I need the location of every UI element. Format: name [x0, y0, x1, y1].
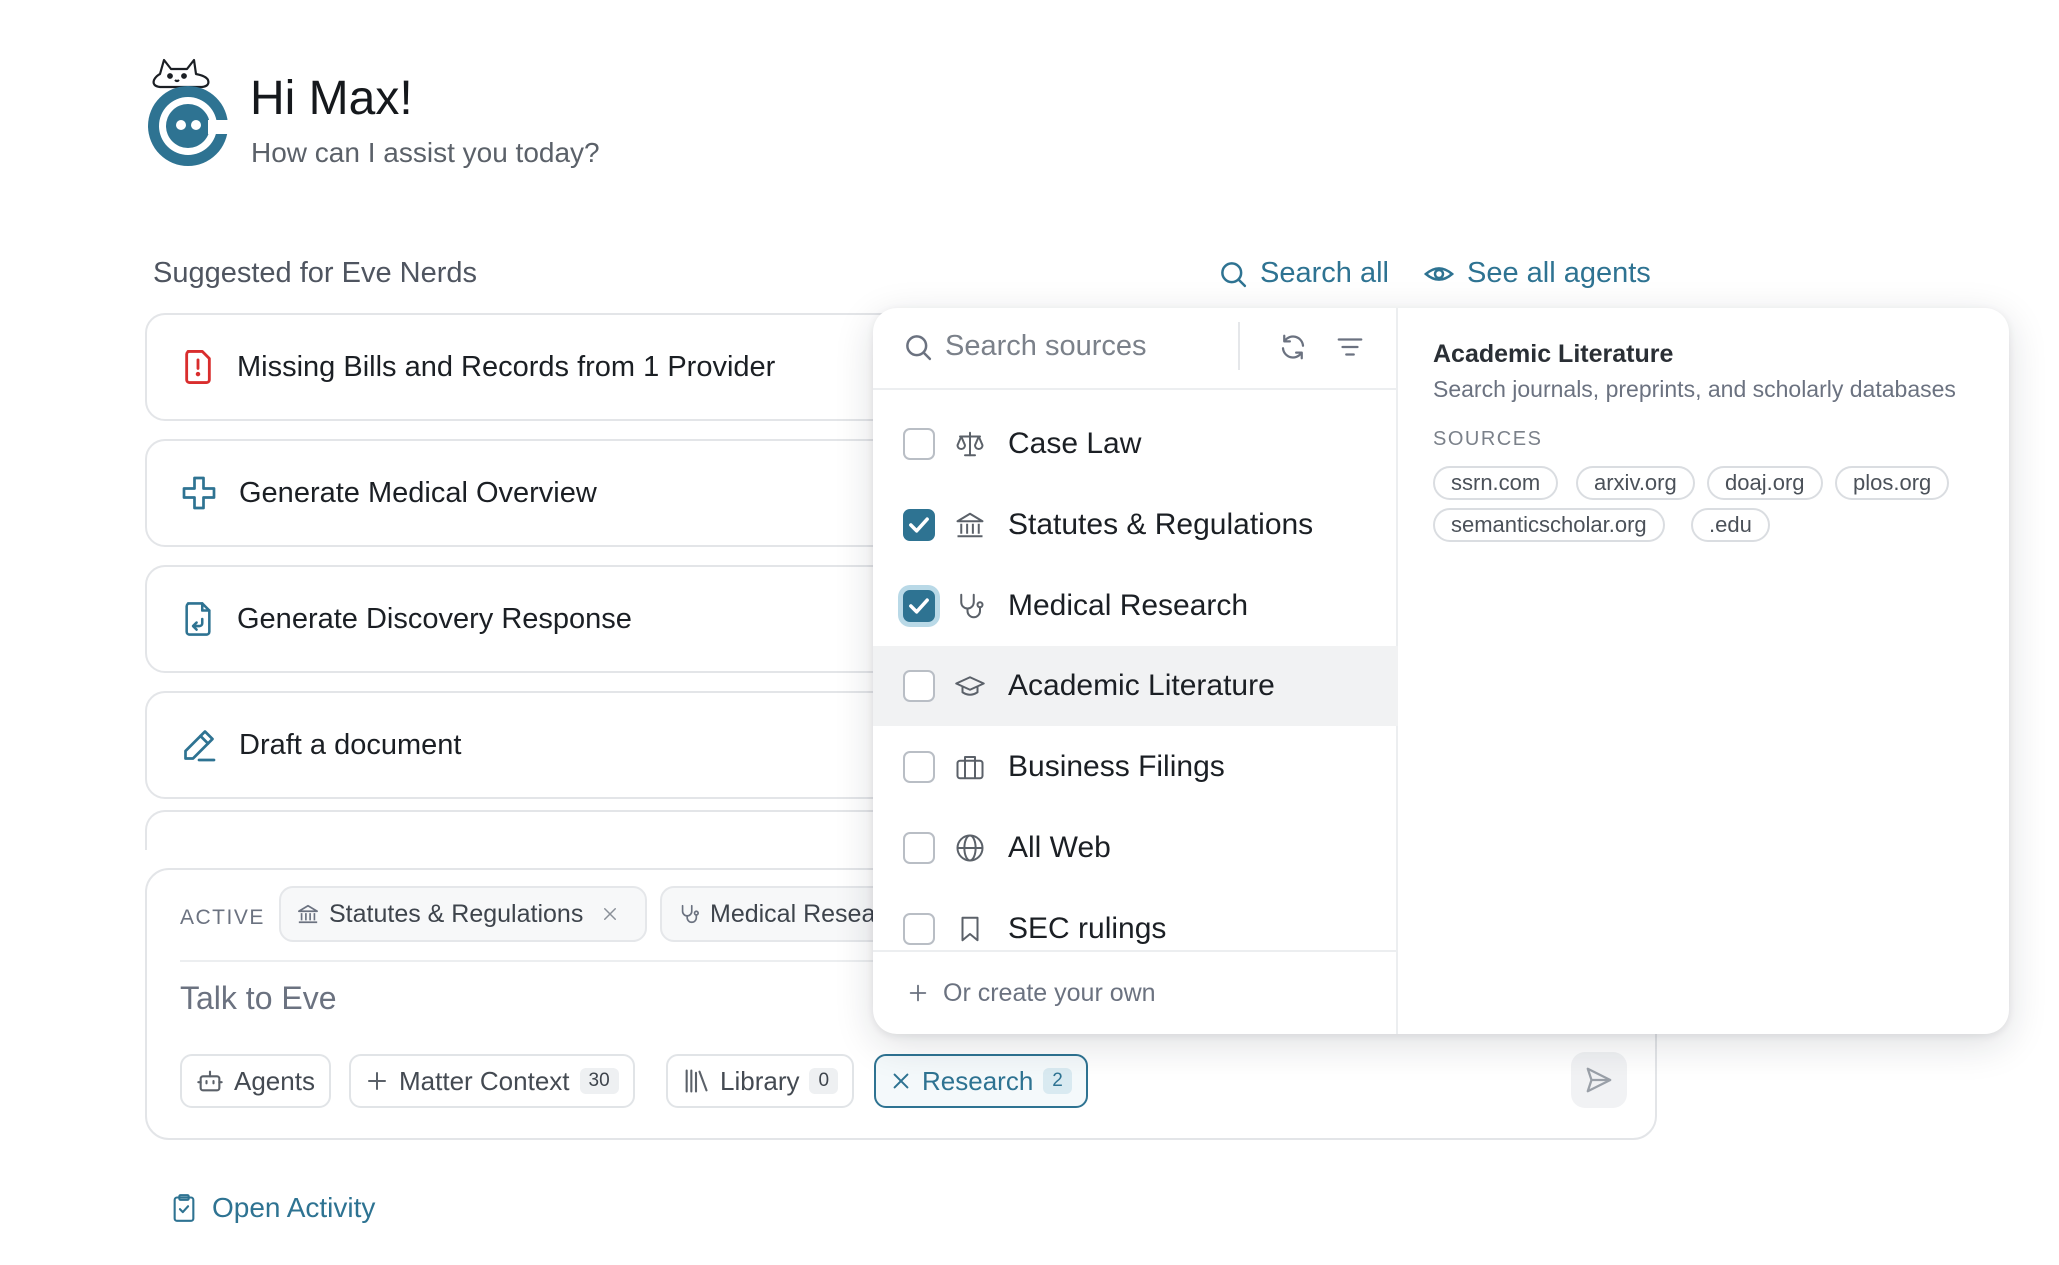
- suggestion-card-label: Draft a document: [239, 728, 462, 761]
- matter-context-count: 30: [579, 1068, 619, 1094]
- graduation-cap-icon: [955, 676, 985, 696]
- source-checkbox[interactable]: [903, 590, 935, 622]
- detail-description: Search journals, preprints, and scholarl…: [1433, 376, 1956, 402]
- suggested-label: Suggested for Eve Nerds: [153, 257, 478, 289]
- library-icon: [685, 1069, 708, 1093]
- see-all-agents-link[interactable]: See all agents: [1423, 255, 1651, 293]
- library-button[interactable]: Library 0: [666, 1054, 855, 1108]
- source-checkbox[interactable]: [903, 428, 935, 460]
- globe-icon: [956, 834, 984, 862]
- agents-button[interactable]: Agents: [180, 1054, 331, 1108]
- greeting-title: Hi Max!: [250, 72, 413, 125]
- source-item-case-law[interactable]: Case Law: [873, 404, 1398, 484]
- filter-icon[interactable]: [1335, 332, 1365, 362]
- suggestion-card-label: Missing Bills and Records from 1 Provide…: [237, 350, 776, 383]
- source-checkbox[interactable]: [903, 670, 935, 702]
- plus-icon: [909, 984, 927, 1002]
- greeting-subtitle: How can I assist you today?: [251, 137, 600, 168]
- search-icon: [1221, 261, 1247, 287]
- open-activity-label: Open Activity: [212, 1192, 376, 1223]
- active-chip-statutes[interactable]: Statutes & Regulations: [279, 886, 647, 942]
- active-chip-medical-research[interactable]: Medical Resea: [660, 886, 900, 942]
- sources-search-bar: Search sources: [873, 308, 1398, 390]
- send-button[interactable]: [1571, 1052, 1627, 1108]
- source-label: Medical Research: [1008, 589, 1249, 622]
- detail-title: Academic Literature: [1433, 340, 1674, 368]
- pencil-icon: [184, 730, 216, 762]
- scales-icon: [956, 431, 984, 457]
- sources-search-input[interactable]: Search sources: [945, 330, 1147, 363]
- active-chip-label: Statutes & Regulations: [329, 899, 584, 928]
- source-tag: plos.org: [1835, 466, 1950, 500]
- source-tag: arxiv.org: [1576, 466, 1695, 500]
- research-label: Research: [922, 1065, 1034, 1096]
- create-own-label: Or create your own: [943, 978, 1156, 1007]
- search-icon: [906, 335, 932, 361]
- cat-icon: [152, 58, 210, 89]
- search-all-label: Search all: [1260, 257, 1389, 289]
- create-own-source[interactable]: Or create your own: [873, 950, 1398, 1034]
- source-checkbox[interactable]: [903, 509, 935, 541]
- stethoscope-icon: [960, 593, 984, 619]
- building-columns-icon: [956, 512, 984, 538]
- plus-icon: [368, 1072, 386, 1090]
- check-icon: [909, 517, 929, 533]
- search-all-link[interactable]: Search all: [1218, 255, 1389, 293]
- agents-label: Agents: [234, 1065, 315, 1096]
- send-icon: [1586, 1067, 1612, 1093]
- sources-list-pane: Search sources Case Law Statutes & Regul…: [873, 308, 1398, 1034]
- see-all-agents-label: See all agents: [1467, 257, 1651, 289]
- bookmark-icon: [961, 916, 979, 942]
- library-label: Library: [720, 1065, 800, 1096]
- source-item-academic-literature[interactable]: Academic Literature: [873, 646, 1398, 726]
- refresh-icon[interactable]: [1278, 332, 1308, 362]
- source-item-statutes-regulations[interactable]: Statutes & Regulations: [873, 485, 1398, 565]
- source-tag: semanticscholar.org: [1433, 508, 1665, 542]
- source-checkbox[interactable]: [903, 832, 935, 864]
- source-checkbox[interactable]: [903, 913, 935, 945]
- library-count: 0: [809, 1068, 839, 1094]
- robot-icon: [197, 1070, 223, 1092]
- medical-cross-icon: [182, 476, 216, 510]
- source-label: SEC rulings: [1008, 912, 1167, 945]
- close-icon[interactable]: [601, 905, 619, 923]
- source-label: Business Filings: [1008, 750, 1225, 783]
- building-columns-icon: [298, 904, 318, 924]
- open-activity-link[interactable]: Open Activity: [170, 1192, 375, 1224]
- source-item-business-filings[interactable]: Business Filings: [873, 727, 1398, 807]
- sources-dropdown: Search sources Case Law Statutes & Regul…: [873, 308, 2009, 1034]
- active-chip-label: Medical Resea: [710, 899, 876, 928]
- clipboard-check-icon: [173, 1194, 195, 1222]
- search-divider: [1238, 322, 1240, 370]
- source-label: Case Law: [1008, 427, 1142, 460]
- suggestion-card-label: Generate Medical Overview: [239, 476, 597, 509]
- source-label: Academic Literature: [1008, 669, 1275, 702]
- source-checkbox[interactable]: [903, 751, 935, 783]
- briefcase-icon: [956, 756, 984, 780]
- matter-context-button[interactable]: Matter Context 30: [349, 1054, 635, 1108]
- matter-context-label: Matter Context: [399, 1065, 570, 1096]
- source-item-medical-research[interactable]: Medical Research: [873, 566, 1398, 646]
- detail-sources-label: SOURCES: [1433, 428, 1543, 450]
- source-item-all-web[interactable]: All Web: [873, 808, 1398, 888]
- source-tag: ssrn.com: [1433, 466, 1559, 500]
- source-tag: doaj.org: [1707, 466, 1823, 500]
- eye-icon: [1423, 266, 1455, 281]
- message-input[interactable]: Talk to Eve: [180, 980, 337, 1017]
- source-label: Statutes & Regulations: [1008, 508, 1314, 541]
- research-button[interactable]: Research 2: [874, 1054, 1088, 1108]
- source-tag: .edu: [1691, 508, 1770, 542]
- alert-document-icon: [185, 349, 211, 384]
- document-return-icon: [185, 602, 211, 636]
- eve-logo: [140, 50, 250, 168]
- check-icon: [909, 598, 929, 614]
- close-icon: [893, 1073, 909, 1089]
- suggestion-card-label: Generate Discovery Response: [237, 602, 632, 635]
- source-label: All Web: [1008, 831, 1111, 864]
- stethoscope-icon: [681, 904, 699, 924]
- active-label: ACTIVE: [180, 906, 265, 929]
- research-count: 2: [1043, 1068, 1072, 1094]
